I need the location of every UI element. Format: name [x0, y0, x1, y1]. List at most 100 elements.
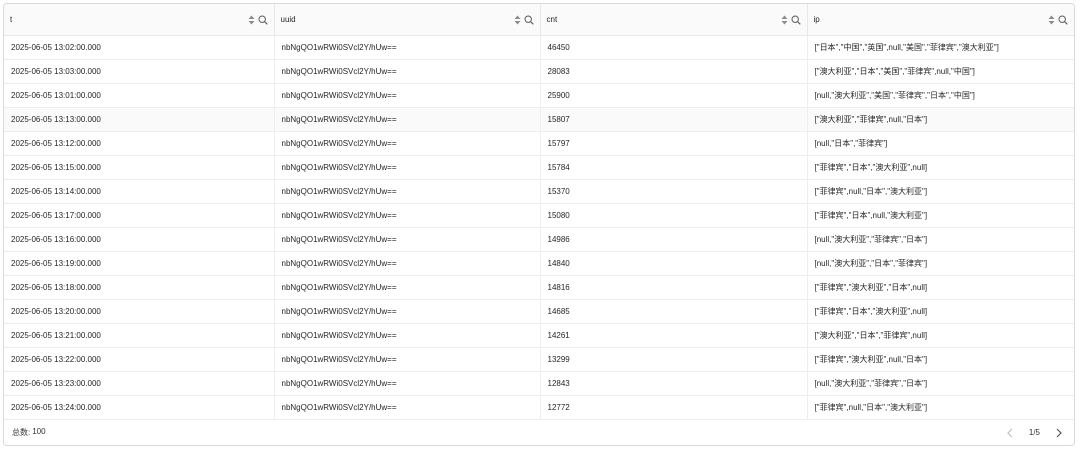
- total-value: 100: [32, 427, 46, 436]
- t-cell: 2025-06-05 13:21:00.000: [4, 323, 275, 348]
- uuid-cell: nbNgQO1wRWi0SVcl2Y/hUw==: [274, 179, 541, 204]
- ip-cell: ["菲律宾","日本",null,"澳大利亚"]: [807, 203, 1074, 228]
- ip-cell: [null,"澳大利亚","日本","菲律宾"]: [807, 251, 1074, 276]
- search-icon[interactable]: [257, 14, 268, 25]
- column-label: uuid: [280, 15, 296, 24]
- ip-cell: ["菲律宾","日本","澳大利亚",null]: [807, 299, 1074, 324]
- uuid-cell: nbNgQO1wRWi0SVcl2Y/hUw==: [274, 395, 541, 420]
- table-row[interactable]: 2025-06-05 13:01:00.000 nbNgQO1wRWi0SVcl2…: [4, 83, 1074, 108]
- t-cell: 2025-06-05 13:02:00.000: [4, 35, 275, 60]
- cnt-cell: 14261: [540, 323, 808, 348]
- t-cell: 2025-06-05 13:03:00.000: [4, 59, 275, 84]
- table-row[interactable]: 2025-06-05 13:21:00.000 nbNgQO1wRWi0SVcl2…: [4, 323, 1074, 348]
- sort-icon[interactable]: [781, 15, 788, 25]
- table-body: 2025-06-05 13:02:00.000 nbNgQO1wRWi0SVcl2…: [4, 35, 1074, 420]
- ip-cell: ["澳大利亚","日本","美国","菲律宾",null,"中国"]: [807, 59, 1074, 84]
- sort-icon[interactable]: [1048, 15, 1055, 25]
- uuid-cell: nbNgQO1wRWi0SVcl2Y/hUw==: [274, 227, 541, 252]
- table-row[interactable]: 2025-06-05 13:02:00.000 nbNgQO1wRWi0SVcl2…: [4, 35, 1074, 60]
- uuid-cell: nbNgQO1wRWi0SVcl2Y/hUw==: [274, 59, 541, 84]
- search-icon[interactable]: [1058, 14, 1068, 25]
- table-row[interactable]: 2025-06-05 13:13:00.000 nbNgQO1wRWi0SVcl2…: [4, 107, 1074, 132]
- table-row[interactable]: 2025-06-05 13:23:00.000 nbNgQO1wRWi0SVcl2…: [4, 371, 1074, 396]
- ip-cell: ["菲律宾","澳大利亚",null,"日本"]: [807, 347, 1074, 372]
- uuid-cell: nbNgQO1wRWi0SVcl2Y/hUw==: [274, 35, 541, 60]
- ip-cell: [null,"澳大利亚","菲律宾","日本"]: [807, 227, 1074, 252]
- cnt-cell: 15784: [540, 155, 808, 180]
- table-row[interactable]: 2025-06-05 13:03:00.000 nbNgQO1wRWi0SVcl2…: [4, 59, 1074, 84]
- t-cell: 2025-06-05 13:23:00.000: [4, 371, 275, 396]
- t-cell: 2025-06-05 13:17:00.000: [4, 203, 275, 228]
- t-cell: 2025-06-05 13:19:00.000: [4, 251, 275, 276]
- cnt-cell: 46450: [540, 35, 808, 60]
- ip-cell: ["澳大利亚","日本","菲律宾",null]: [807, 323, 1074, 348]
- search-icon[interactable]: [790, 14, 801, 25]
- prev-page-button[interactable]: [1003, 426, 1017, 440]
- uuid-cell: nbNgQO1wRWi0SVcl2Y/hUw==: [274, 347, 541, 372]
- table-footer: 总数: 100 1/5: [4, 420, 1074, 445]
- results-table: t uuid cnt ip 2025-06-05 13:02:00.000 nb…: [4, 4, 1074, 420]
- cnt-cell: 14685: [540, 299, 808, 324]
- ip-cell: ["澳大利亚","菲律宾",null,"日本"]: [807, 107, 1074, 132]
- table-row[interactable]: 2025-06-05 13:22:00.000 nbNgQO1wRWi0SVcl2…: [4, 347, 1074, 372]
- uuid-cell: nbNgQO1wRWi0SVcl2Y/hUw==: [274, 131, 541, 156]
- uuid-cell: nbNgQO1wRWi0SVcl2Y/hUw==: [274, 371, 541, 396]
- table-row[interactable]: 2025-06-05 13:19:00.000 nbNgQO1wRWi0SVcl2…: [4, 251, 1074, 276]
- uuid-cell: nbNgQO1wRWi0SVcl2Y/hUw==: [274, 107, 541, 132]
- table-row[interactable]: 2025-06-05 13:18:00.000 nbNgQO1wRWi0SVcl2…: [4, 275, 1074, 300]
- data-table-panel: t uuid cnt ip 2025-06-05 13:02:00.000 nb…: [3, 3, 1075, 446]
- table-row[interactable]: 2025-06-05 13:14:00.000 nbNgQO1wRWi0SVcl2…: [4, 179, 1074, 204]
- column-label: cnt: [546, 15, 558, 24]
- cnt-cell: 25900: [540, 83, 808, 108]
- ip-cell: [null,"澳大利亚","菲律宾","日本"]: [807, 371, 1074, 396]
- sort-icon[interactable]: [248, 15, 255, 25]
- pagination: 1/5: [1003, 426, 1066, 440]
- t-cell: 2025-06-05 13:22:00.000: [4, 347, 275, 372]
- uuid-cell: nbNgQO1wRWi0SVcl2Y/hUw==: [274, 275, 541, 300]
- ip-cell: ["日本","中国","英国",null,"美国","菲律宾","澳大利亚"]: [807, 35, 1074, 60]
- chevron-left-icon: [1006, 428, 1014, 438]
- table-scroll-area[interactable]: t uuid cnt ip 2025-06-05 13:02:00.000 nb…: [4, 4, 1074, 422]
- uuid-cell: nbNgQO1wRWi0SVcl2Y/hUw==: [274, 155, 541, 180]
- table-row[interactable]: 2025-06-05 13:24:00.000 nbNgQO1wRWi0SVcl2…: [4, 395, 1074, 420]
- t-cell: 2025-06-05 13:16:00.000: [4, 227, 275, 252]
- t-cell: 2025-06-05 13:01:00.000: [4, 83, 275, 108]
- t-cell: 2025-06-05 13:18:00.000: [4, 275, 275, 300]
- search-icon[interactable]: [523, 14, 534, 25]
- uuid-cell: nbNgQO1wRWi0SVcl2Y/hUw==: [274, 299, 541, 324]
- t-cell: 2025-06-05 13:20:00.000: [4, 299, 275, 324]
- t-cell: 2025-06-05 13:12:00.000: [4, 131, 275, 156]
- cnt-cell: 15080: [540, 203, 808, 228]
- table-row[interactable]: 2025-06-05 13:15:00.000 nbNgQO1wRWi0SVcl2…: [4, 155, 1074, 180]
- column-header-ip[interactable]: ip: [807, 4, 1074, 36]
- column-header-uuid[interactable]: uuid: [274, 4, 541, 36]
- cnt-cell: 13299: [540, 347, 808, 372]
- column-label: ip: [813, 15, 820, 24]
- cnt-cell: 15370: [540, 179, 808, 204]
- t-cell: 2025-06-05 13:13:00.000: [4, 107, 275, 132]
- total-label: 总数:: [12, 428, 31, 437]
- column-header-t[interactable]: t: [4, 4, 275, 36]
- cnt-cell: 14986: [540, 227, 808, 252]
- chevron-right-icon: [1055, 428, 1063, 438]
- next-page-button[interactable]: [1052, 426, 1066, 440]
- ip-cell: ["菲律宾",null,"日本","澳大利亚"]: [807, 395, 1074, 420]
- table-row[interactable]: 2025-06-05 13:12:00.000 nbNgQO1wRWi0SVcl2…: [4, 131, 1074, 156]
- table-row[interactable]: 2025-06-05 13:17:00.000 nbNgQO1wRWi0SVcl2…: [4, 203, 1074, 228]
- uuid-cell: nbNgQO1wRWi0SVcl2Y/hUw==: [274, 203, 541, 228]
- column-header-cnt[interactable]: cnt: [540, 4, 808, 36]
- uuid-cell: nbNgQO1wRWi0SVcl2Y/hUw==: [274, 323, 541, 348]
- cnt-cell: 28083: [540, 59, 808, 84]
- table-row[interactable]: 2025-06-05 13:16:00.000 nbNgQO1wRWi0SVcl2…: [4, 227, 1074, 252]
- cnt-cell: 15797: [540, 131, 808, 156]
- ip-cell: [null,"澳大利亚","美国","菲律宾","日本","中国"]: [807, 83, 1074, 108]
- t-cell: 2025-06-05 13:14:00.000: [4, 179, 275, 204]
- cnt-cell: 15807: [540, 107, 808, 132]
- cnt-cell: 12772: [540, 395, 808, 420]
- cnt-cell: 12843: [540, 371, 808, 396]
- sort-icon[interactable]: [514, 15, 521, 25]
- ip-cell: ["菲律宾","日本","澳大利亚",null]: [807, 155, 1074, 180]
- table-header-row: t uuid cnt ip: [4, 4, 1074, 36]
- uuid-cell: nbNgQO1wRWi0SVcl2Y/hUw==: [274, 83, 541, 108]
- table-row[interactable]: 2025-06-05 13:20:00.000 nbNgQO1wRWi0SVcl2…: [4, 299, 1074, 324]
